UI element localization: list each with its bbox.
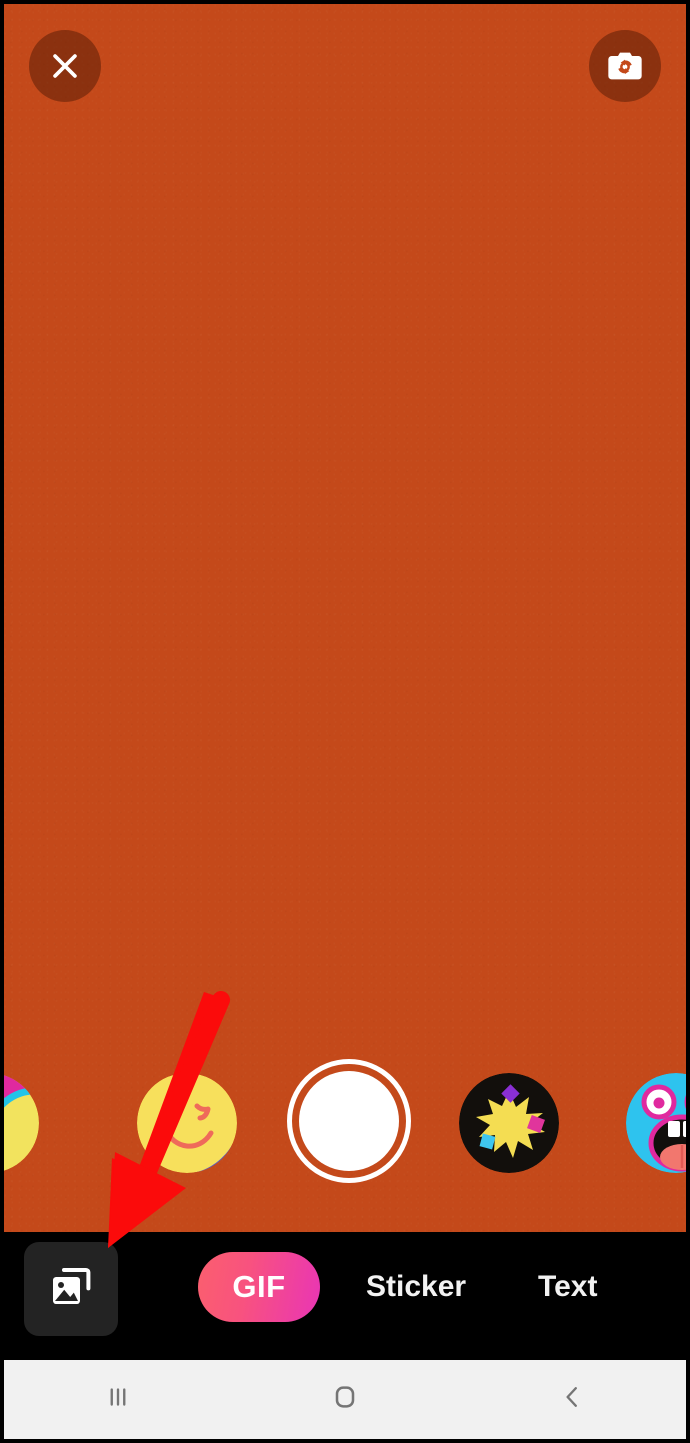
close-x-icon: [48, 49, 82, 83]
gallery-images-icon: [47, 1263, 95, 1316]
shutter-button[interactable]: [287, 1059, 411, 1183]
mode-sticker-label: Sticker: [366, 1270, 467, 1303]
recents-bars-icon: [103, 1382, 133, 1417]
close-button[interactable]: [29, 30, 101, 102]
mode-text-button[interactable]: Text: [538, 1252, 597, 1322]
mode-text-label: Text: [538, 1270, 598, 1303]
filter-thumbnail-cyan-shout-face[interactable]: [626, 1073, 686, 1173]
back-chevron-icon: [557, 1382, 587, 1417]
mode-gif-button[interactable]: GIF: [198, 1252, 320, 1322]
phone-screen: GIF Sticker Text: [0, 0, 690, 1443]
camera-switch-icon: [605, 46, 645, 86]
shutter-circle-icon: [299, 1071, 399, 1171]
filter-thumbnail-starburst-pop[interactable]: [459, 1073, 559, 1173]
filter-carousel[interactable]: [4, 1051, 686, 1226]
mode-sticker-button[interactable]: Sticker: [366, 1252, 466, 1322]
filter-thumbnail-pink-yellow-swirl[interactable]: [4, 1073, 39, 1173]
home-square-icon: [329, 1381, 361, 1418]
android-navigation-bar: [4, 1360, 686, 1439]
editor-toolbar: GIF Sticker Text: [0, 1232, 690, 1360]
nav-home-button[interactable]: [285, 1360, 405, 1439]
flip-camera-button[interactable]: [589, 30, 661, 102]
gallery-button[interactable]: [24, 1242, 118, 1336]
nav-back-button[interactable]: [512, 1360, 632, 1439]
filter-thumbnail-smiley-face[interactable]: [137, 1073, 237, 1173]
mode-gif-label: GIF: [232, 1269, 286, 1304]
nav-recents-button[interactable]: [58, 1360, 178, 1439]
camera-viewfinder[interactable]: [4, 4, 686, 1232]
